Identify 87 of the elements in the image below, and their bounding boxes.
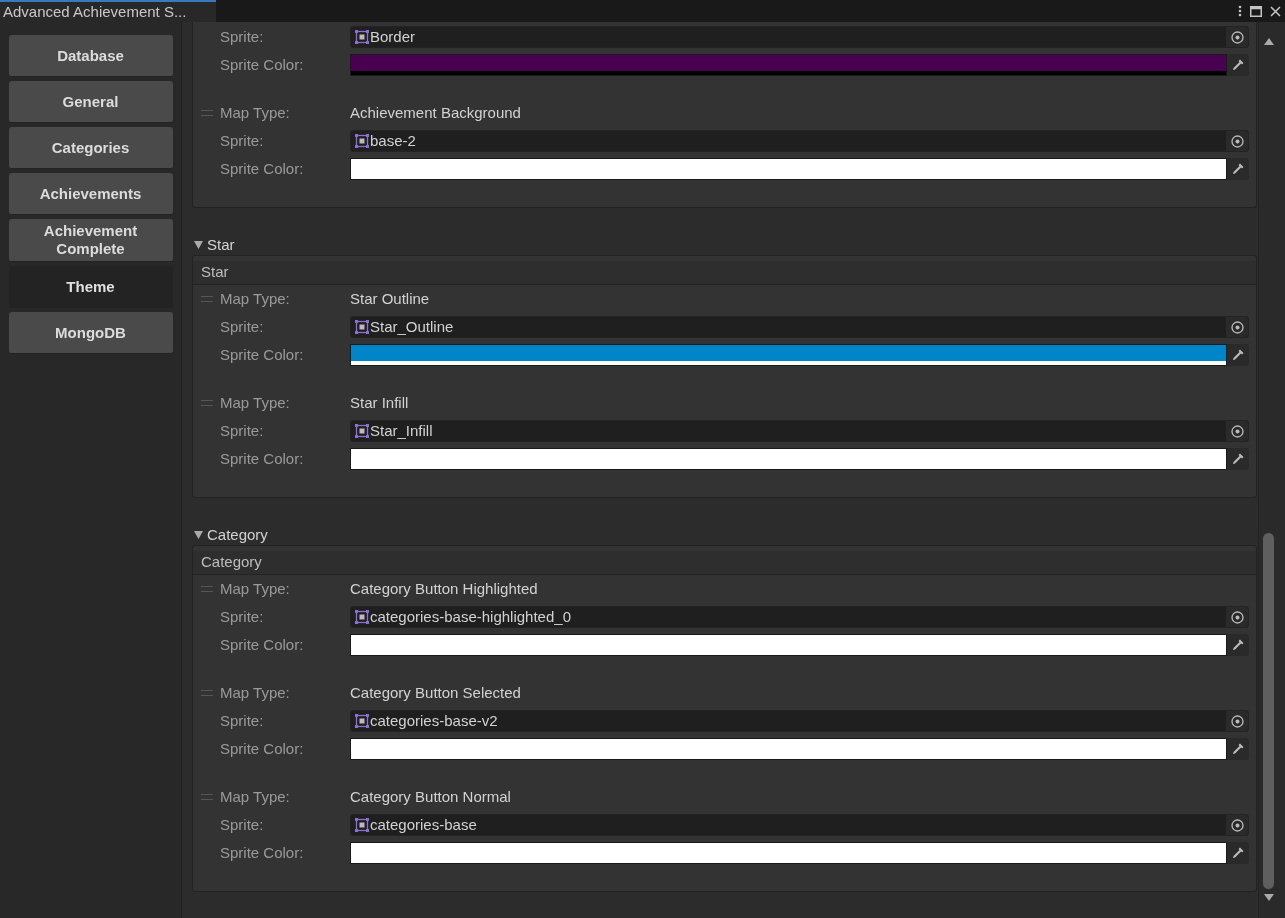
field-label: Map Type: xyxy=(220,682,291,703)
drag-handle-icon[interactable] xyxy=(201,586,213,592)
sprite-field[interactable]: base-2 xyxy=(350,130,1249,152)
field-label: Map Type: xyxy=(220,578,291,599)
sprite-icon xyxy=(355,134,369,148)
sprite-icon xyxy=(355,714,369,728)
sidebar-tab[interactable]: Categories xyxy=(8,127,173,169)
field-label: Map Type: xyxy=(220,786,291,807)
drag-handle-icon[interactable] xyxy=(201,690,213,696)
scroll-up-icon[interactable] xyxy=(1264,38,1274,45)
sprite-icon xyxy=(355,610,369,624)
color-field[interactable] xyxy=(350,344,1227,366)
eyedropper-icon[interactable] xyxy=(1231,162,1245,176)
drag-handle-icon[interactable] xyxy=(201,296,213,302)
field-label: Sprite: xyxy=(220,710,265,731)
field-label: Sprite: xyxy=(220,316,265,337)
color-field[interactable] xyxy=(350,738,1227,760)
sprite-icon xyxy=(355,424,369,438)
field-label: Sprite Color: xyxy=(220,448,305,469)
more-icon[interactable] xyxy=(1238,5,1242,17)
map-type-value: Star Outline xyxy=(350,288,430,309)
field-label: Sprite Color: xyxy=(220,738,305,759)
sidebar-tab[interactable]: MongoDB xyxy=(8,312,173,354)
field-label: Map Type: xyxy=(220,288,291,309)
object-picker-icon[interactable] xyxy=(1230,610,1244,624)
object-picker-icon[interactable] xyxy=(1230,714,1244,728)
maximize-icon[interactable] xyxy=(1250,5,1262,17)
field-label: Sprite Color: xyxy=(220,158,305,179)
field-label: Sprite: xyxy=(220,130,265,151)
eyedropper-icon[interactable] xyxy=(1231,638,1245,652)
drag-handle-icon[interactable] xyxy=(201,110,213,116)
drag-handle-icon[interactable] xyxy=(201,794,213,800)
field-label: Sprite: xyxy=(220,814,265,835)
scrollbar-thumb[interactable] xyxy=(1263,533,1274,889)
window-tab[interactable]: Advanced Achievement S... xyxy=(0,0,216,22)
map-type-value: Achievement Background xyxy=(350,102,521,123)
drag-handle-icon[interactable] xyxy=(201,400,213,406)
sidebar-tab[interactable]: Theme xyxy=(8,266,173,308)
field-label: Sprite: xyxy=(220,420,265,441)
sprite-icon xyxy=(355,320,369,334)
map-type-value: Category Button Highlighted xyxy=(350,578,538,599)
scroll-down-icon[interactable] xyxy=(1264,894,1274,901)
color-field[interactable] xyxy=(350,634,1227,656)
map-type-value: Category Button Selected xyxy=(350,682,521,703)
section-header: Star xyxy=(193,261,1256,285)
object-picker-icon[interactable] xyxy=(1230,134,1244,148)
foldout-arrow-icon[interactable] xyxy=(194,531,203,539)
foldout-arrow-icon[interactable] xyxy=(194,241,203,249)
field-label: Sprite Color: xyxy=(220,634,305,655)
eyedropper-icon[interactable] xyxy=(1231,58,1245,72)
sprite-field[interactable]: categories-base-v2 xyxy=(350,710,1249,732)
foldout-label[interactable]: Star xyxy=(207,233,235,257)
sidebar-tab[interactable]: General xyxy=(8,81,173,123)
field-label: Sprite Color: xyxy=(220,344,305,365)
sprite-icon xyxy=(355,818,369,832)
color-field[interactable] xyxy=(350,448,1227,470)
field-label: Sprite Color: xyxy=(220,54,305,75)
color-field[interactable] xyxy=(350,842,1227,864)
close-icon[interactable] xyxy=(1270,5,1281,17)
section-header: Category xyxy=(193,551,1256,575)
object-picker-icon[interactable] xyxy=(1230,424,1244,438)
color-field[interactable] xyxy=(350,54,1227,76)
sprite-field[interactable]: Border xyxy=(350,26,1249,48)
object-picker-icon[interactable] xyxy=(1230,320,1244,334)
map-type-value: Category Button Normal xyxy=(350,786,511,807)
field-label: Sprite: xyxy=(220,26,265,47)
field-label: Map Type: xyxy=(220,392,291,413)
eyedropper-icon[interactable] xyxy=(1231,742,1245,756)
sidebar-tab[interactable]: Database xyxy=(8,35,173,77)
field-label: Sprite Color: xyxy=(220,842,305,863)
sprite-field[interactable]: Star_Infill xyxy=(350,420,1249,442)
sprite-icon xyxy=(355,30,369,44)
field-label: Sprite: xyxy=(220,606,265,627)
foldout-label[interactable]: Category xyxy=(207,523,268,547)
object-picker-icon[interactable] xyxy=(1230,818,1244,832)
color-field[interactable] xyxy=(350,158,1227,180)
object-picker-icon[interactable] xyxy=(1230,30,1244,44)
sidebar-tab[interactable]: Achievements xyxy=(8,173,173,215)
eyedropper-icon[interactable] xyxy=(1231,846,1245,860)
sidebar-tab[interactable]: Achievement Complete xyxy=(8,219,173,262)
sprite-field[interactable]: categories-base xyxy=(350,814,1249,836)
map-type-value: Star Infill xyxy=(350,392,409,413)
field-label: Map Type: xyxy=(220,102,291,123)
eyedropper-icon[interactable] xyxy=(1231,348,1245,362)
sprite-field[interactable]: categories-base-highlighted_0 xyxy=(350,606,1249,628)
sprite-field[interactable]: Star_Outline xyxy=(350,316,1249,338)
eyedropper-icon[interactable] xyxy=(1231,452,1245,466)
